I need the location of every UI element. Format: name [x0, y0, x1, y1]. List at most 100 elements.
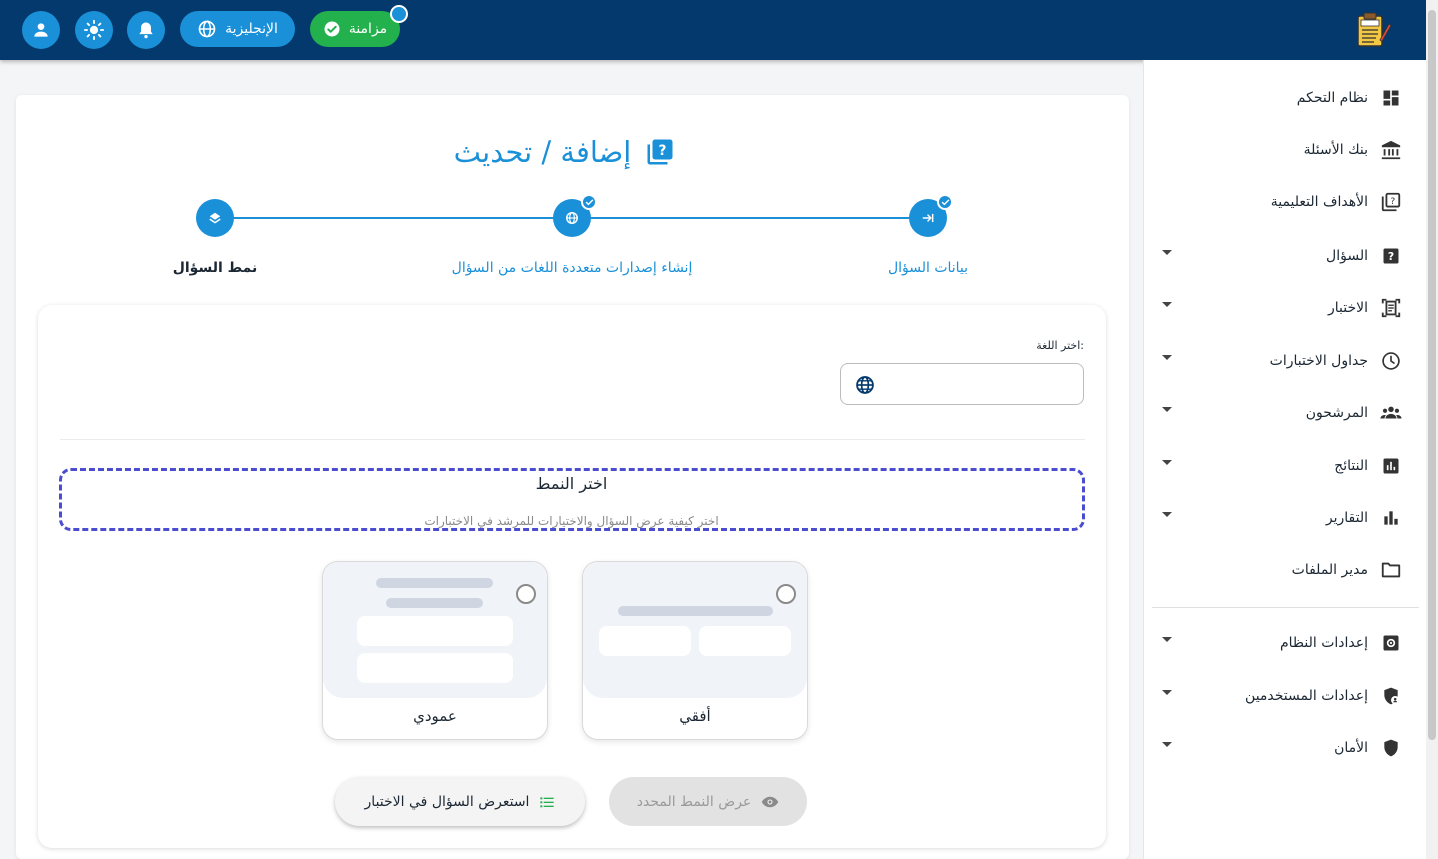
globe-icon — [855, 375, 875, 399]
bar-chart-icon — [1380, 507, 1402, 529]
sidebar-item-label: النتائج — [1334, 458, 1368, 474]
document-scanner-icon — [1380, 297, 1402, 319]
svg-text:?: ? — [1390, 196, 1395, 207]
sidebar-item-label: بنك الأسئلة — [1303, 142, 1368, 158]
pattern-subtitle: اختر كيفية عرض السؤال والاختيارات للمرشد… — [424, 514, 719, 528]
show-selected-pattern-label: عرض النمط المحدد — [636, 793, 752, 810]
sidebar-item-label: التقارير — [1325, 510, 1368, 526]
check-circle-icon — [324, 21, 340, 37]
chevron-down-icon — [1162, 302, 1172, 307]
language-switch-label: الإنجليزية — [225, 21, 278, 37]
layout-preview — [323, 562, 547, 698]
user-shield-icon — [1380, 685, 1402, 707]
page-scrollbar[interactable] — [1426, 0, 1438, 859]
login-arrow-icon — [922, 213, 934, 223]
chevron-down-icon — [1162, 742, 1172, 747]
chevron-down-icon — [1162, 407, 1172, 412]
folder-icon — [1380, 559, 1402, 581]
sidebar-item-exam[interactable]: الاختبار — [1162, 288, 1402, 328]
svg-text:?: ? — [1388, 250, 1394, 263]
quiz-icon: ? — [647, 139, 673, 165]
chevron-down-icon — [1162, 512, 1172, 517]
page-title: ? إضافة / تحديث — [0, 135, 1129, 169]
globe-icon — [198, 20, 216, 38]
sidebar-item-label: الاختبار — [1327, 300, 1368, 316]
step-label-question-pattern: نمط السؤال — [172, 260, 258, 276]
sidebar-item-user-settings[interactable]: إعدادات المستخدمين — [1162, 676, 1402, 716]
preview-bar — [376, 578, 493, 588]
group-icon — [1380, 402, 1402, 424]
eye-icon — [762, 796, 779, 807]
scrollbar-thumb[interactable] — [1428, 10, 1436, 740]
theme-toggle-button[interactable] — [75, 11, 113, 49]
pattern-title: اختر النمط — [535, 474, 608, 493]
user-icon — [34, 23, 48, 37]
user-button[interactable] — [22, 11, 60, 49]
chevron-down-icon — [1162, 637, 1172, 642]
brightness-icon — [83, 19, 105, 41]
sidebar-item-question-bank[interactable]: بنك الأسئلة — [1162, 130, 1402, 170]
sync-status-dot — [390, 5, 408, 23]
check-icon — [585, 199, 593, 205]
layout-option-vertical[interactable]: عمودي — [322, 561, 548, 740]
sync-button[interactable]: مزامنة — [310, 11, 400, 47]
step-complete-badge — [581, 194, 597, 210]
sidebar-item-candidates[interactable]: المرشحون — [1162, 393, 1402, 433]
sidebar-item-label: مدير الملفات — [1291, 562, 1368, 578]
notifications-button[interactable] — [127, 11, 165, 49]
dashboard-icon — [1380, 87, 1402, 109]
step-question-pattern[interactable] — [196, 199, 234, 237]
step-complete-badge — [937, 194, 953, 210]
preview-choice — [357, 653, 513, 683]
sidebar-item-label: نظام التحكم — [1296, 90, 1368, 106]
layout-preview — [583, 562, 807, 698]
form-divider — [60, 439, 1085, 440]
preview-question-label: استعرض السؤال في الاختبار — [364, 793, 530, 810]
step-label-multilingual: إنشاء إصدارات متعددة اللغات من السؤال — [451, 260, 693, 276]
sidebar: نظام التحكم بنك الأسئلة ? الأهداف التعلي… — [1143, 60, 1426, 859]
sidebar-item-file-manager[interactable]: مدير الملفات — [1162, 550, 1402, 590]
preview-question-button[interactable]: استعرض السؤال في الاختبار — [335, 777, 585, 826]
layout-radio-horizontal[interactable] — [776, 584, 796, 604]
sidebar-item-learning-objectives[interactable]: ? الأهداف التعليمية — [1162, 182, 1402, 222]
layout-label-vertical: عمودي — [413, 707, 457, 725]
sidebar-item-security[interactable]: الأمان — [1162, 728, 1402, 768]
svg-text:?: ? — [659, 143, 667, 159]
chevron-down-icon — [1162, 460, 1172, 465]
chart-box-icon — [1380, 455, 1402, 477]
sidebar-item-results[interactable]: النتائج — [1162, 446, 1402, 486]
sidebar-item-label: السؤال — [1326, 248, 1368, 264]
preview-choice — [357, 616, 513, 646]
sidebar-item-system-settings[interactable]: إعدادات النظام — [1162, 623, 1402, 663]
sidebar-item-question[interactable]: ? السؤال — [1162, 236, 1402, 276]
layout-label-horizontal: أفقي — [679, 707, 711, 725]
preview-bar — [386, 598, 483, 608]
exam-logo[interactable] — [1352, 10, 1392, 50]
language-select-label: اختر اللغة: — [1036, 339, 1084, 352]
sidebar-item-label: الأهداف التعليمية — [1270, 194, 1368, 210]
bell-icon — [139, 22, 153, 39]
language-switch-button[interactable]: الإنجليزية — [180, 11, 295, 47]
sidebar-item-label: الأمان — [1334, 740, 1368, 756]
shield-icon — [1380, 737, 1402, 759]
sidebar-divider — [1152, 607, 1419, 608]
layout-option-horizontal[interactable]: أفقي — [582, 561, 808, 740]
show-selected-pattern-button[interactable]: عرض النمط المحدد — [609, 777, 807, 826]
chevron-down-icon — [1162, 690, 1172, 695]
settings-icon — [1380, 632, 1402, 654]
globe-icon — [566, 212, 578, 224]
preview-bar — [618, 606, 773, 616]
clock-icon — [1380, 350, 1402, 372]
step-label-question-data: بيانات السؤال — [887, 260, 969, 276]
chevron-down-icon — [1162, 355, 1172, 360]
sidebar-item-label: إعدادات النظام — [1279, 635, 1368, 651]
layout-radio-vertical[interactable] — [516, 584, 536, 604]
preview-choice — [599, 626, 691, 656]
sidebar-item-dashboard[interactable]: نظام التحكم — [1162, 78, 1402, 118]
check-icon — [941, 199, 949, 205]
language-select[interactable] — [840, 363, 1084, 405]
sidebar-item-exam-schedules[interactable]: جداول الاختبارات — [1162, 341, 1402, 381]
sidebar-item-reports[interactable]: التقارير — [1162, 498, 1402, 538]
sync-label: مزامنة — [348, 21, 388, 37]
list-icon — [540, 796, 555, 807]
